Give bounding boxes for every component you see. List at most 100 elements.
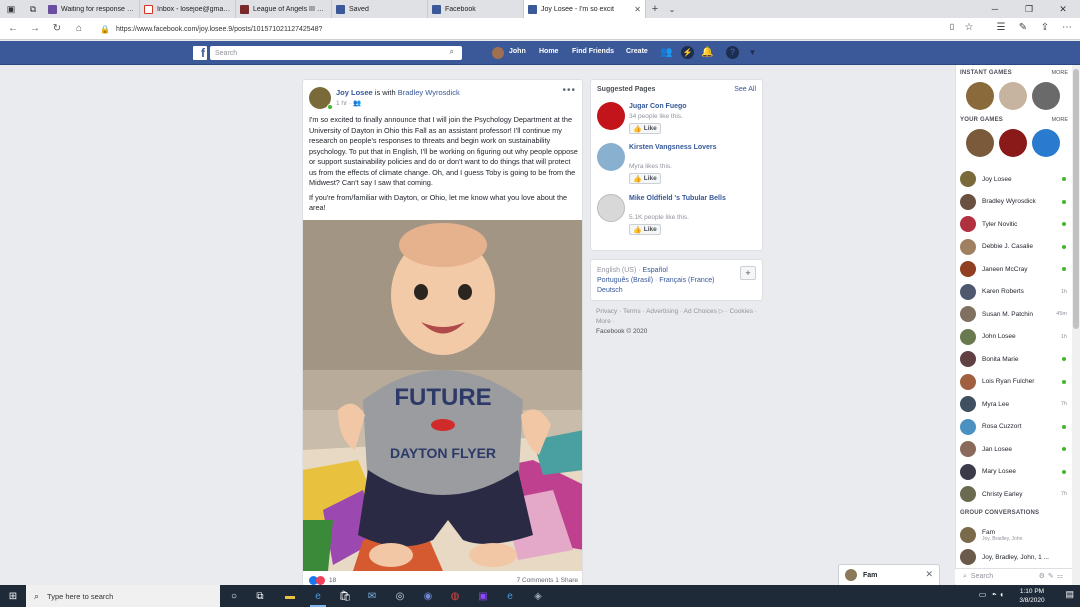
profile-link[interactable]: John [509,48,526,55]
group-conversation-item[interactable]: Joy, Bradley, John, 1 ... [960,547,1070,567]
page-name-link[interactable]: Kirsten Vangsness Lovers [629,143,739,152]
language-link[interactable]: Português (Brasil) [597,277,653,284]
edge-dev-icon[interactable]: e [502,588,518,604]
home-icon[interactable]: ⌂ [68,23,90,34]
pen-icon[interactable]: ✎ [1016,22,1030,33]
game-thumbnail[interactable] [999,82,1027,110]
discord-icon[interactable]: ◉ [420,588,436,604]
instant-games-more-link[interactable]: MORE [1052,70,1069,76]
chat-contact-item[interactable]: Joy Losee [960,169,1070,189]
chat-contact-item[interactable]: Christy Earley 7h [960,484,1070,504]
tab-2[interactable]: League of Angels III on Face [236,0,332,18]
chat-search-input[interactable]: ⌕ Search ⚙✎⚏ [955,568,1072,584]
like-page-button[interactable]: 👍 Like [629,173,661,184]
tab-1[interactable]: Inbox - losejoe@gmail.com [140,0,236,18]
refresh-icon[interactable]: ↻ [46,23,68,34]
language-link[interactable]: Français (France) [659,277,714,284]
post-timestamp[interactable]: 1 hr · [336,100,353,107]
taskbar-search-input[interactable]: ⌕ Type here to search [26,585,220,607]
group-conversation-item[interactable]: Fam Joy, Bradley, John [960,525,1070,545]
edge-icon[interactable]: e [310,588,326,607]
help-icon[interactable]: ? [726,46,739,59]
page-avatar[interactable] [597,143,625,171]
like-page-button[interactable]: 👍 Like [629,224,661,235]
scrollbar[interactable] [1072,65,1080,585]
friend-requests-icon[interactable]: 👥 [660,46,673,59]
chat-contact-item[interactable]: Karen Roberts 1h [960,282,1070,302]
steam-icon[interactable]: ◎ [392,588,408,604]
find-friends-link[interactable]: Find Friends [572,48,614,55]
tab-preview-icon[interactable]: ⧉ [22,0,44,18]
language-link[interactable]: Deutsch [597,287,623,294]
tray-icons[interactable]: ▭◔◖ [979,590,1008,599]
back-icon[interactable]: ← [2,23,24,34]
more-icon[interactable]: ⋯ [1060,22,1074,33]
post-photo[interactable]: FUTURE DAYTON FLYER [303,220,583,571]
chat-contact-item[interactable]: Myra Lee 7h [960,394,1070,414]
chat-contact-item[interactable]: John Losee 1h [960,327,1070,347]
chat-contact-item[interactable]: Tyler Novitic [960,214,1070,234]
page-avatar[interactable] [597,194,625,222]
page-name-link[interactable]: Jugar Con Fuego [629,102,739,111]
chevron-down-icon[interactable]: ⌄ [664,5,680,14]
forward-icon[interactable]: → [24,23,46,34]
language-link[interactable]: Español [643,267,668,274]
maximize-icon[interactable]: ❐ [1012,0,1046,18]
chat-contact-item[interactable]: Bonita Marie [960,349,1070,369]
chevron-down-icon[interactable]: ▼ [746,46,759,59]
store-icon[interactable]: 🛍 [337,588,353,604]
tab-4[interactable]: Facebook [428,0,524,18]
close-tab-icon[interactable]: ✕ [634,5,641,14]
reaction-count[interactable]: 18 [329,577,336,584]
post-author-link[interactable]: Joy Losee [336,88,373,97]
tagged-friend-link[interactable]: Bradley Wyrosdick [398,88,460,97]
tab-0[interactable]: Waiting for response from r [44,0,140,18]
search-icon[interactable]: ⌕ [450,47,454,57]
avatar[interactable] [492,47,504,59]
chat-contact-item[interactable]: Bradley Wyrosdick [960,192,1070,212]
minimize-icon[interactable]: ─ [978,0,1012,18]
chat-tab[interactable]: Fam ✕ [838,564,940,585]
windows-start-icon[interactable]: ⊞ [0,585,26,607]
twitch-icon[interactable]: ▣ [475,588,491,604]
facebook-logo-icon[interactable]: f [193,46,207,60]
game-thumbnail[interactable] [999,129,1027,157]
game-thumbnail[interactable] [966,82,994,110]
home-link[interactable]: Home [539,48,558,55]
file-explorer-icon[interactable]: ▬ [282,588,298,604]
notification-center-icon[interactable]: ▤ [1065,589,1074,600]
chat-contact-item[interactable]: Rosa Cuzzort [960,417,1070,437]
close-window-icon[interactable]: ✕ [1046,0,1080,18]
chrome-icon[interactable]: ◍ [447,588,463,604]
favorite-star-icon[interactable]: ☆ [962,22,976,33]
tab-5-active[interactable]: Joy Losee - I'm so excit ✕ [524,0,646,18]
app-icon[interactable]: ◈ [530,588,546,604]
chat-contact-item[interactable]: Mary Losee [960,462,1070,482]
love-reaction-icon[interactable] [316,576,325,585]
taskbar-clock[interactable]: 1:10 PM 3/8/2020 [1012,587,1052,605]
window-menu-icon[interactable]: ▣ [0,0,22,18]
your-games-more-link[interactable]: MORE [1052,117,1069,123]
chat-contact-item[interactable]: Lois Ryan Fulcher [960,372,1070,392]
favorites-list-icon[interactable]: ☰ [994,22,1008,33]
post-options-icon[interactable]: ••• [562,85,576,96]
share-icon[interactable]: ⇪ [1038,22,1052,33]
search-input[interactable]: Search ⌕ [210,46,462,60]
page-avatar[interactable] [597,102,625,130]
see-all-link[interactable]: See All [734,86,756,93]
chat-settings-icons[interactable]: ⚙✎⚏ [1039,572,1066,580]
chat-contact-item[interactable]: Janeen McCray [960,259,1070,279]
close-icon[interactable]: ✕ [925,569,933,580]
url-field[interactable]: 🔒 https://www.facebook.com/joy.losee.9/po… [100,21,960,37]
chat-contact-item[interactable]: Susan M. Patchin 45m [960,304,1070,324]
reading-view-icon[interactable]: ▯ [945,22,959,31]
new-tab-icon[interactable]: + [646,3,664,15]
chat-contact-item[interactable]: Debbie J. Casalie [960,237,1070,257]
game-thumbnail[interactable] [1032,82,1060,110]
create-link[interactable]: Create [626,48,648,55]
like-page-button[interactable]: 👍 Like [629,123,661,134]
tab-3[interactable]: Saved [332,0,428,18]
footer-link-list[interactable]: Privacy · Terms · Advertising · Ad Choic… [596,307,761,327]
chat-contact-item[interactable]: Jan Losee [960,439,1070,459]
comments-shares-link[interactable]: 7 Comments 1 Share [517,577,578,584]
